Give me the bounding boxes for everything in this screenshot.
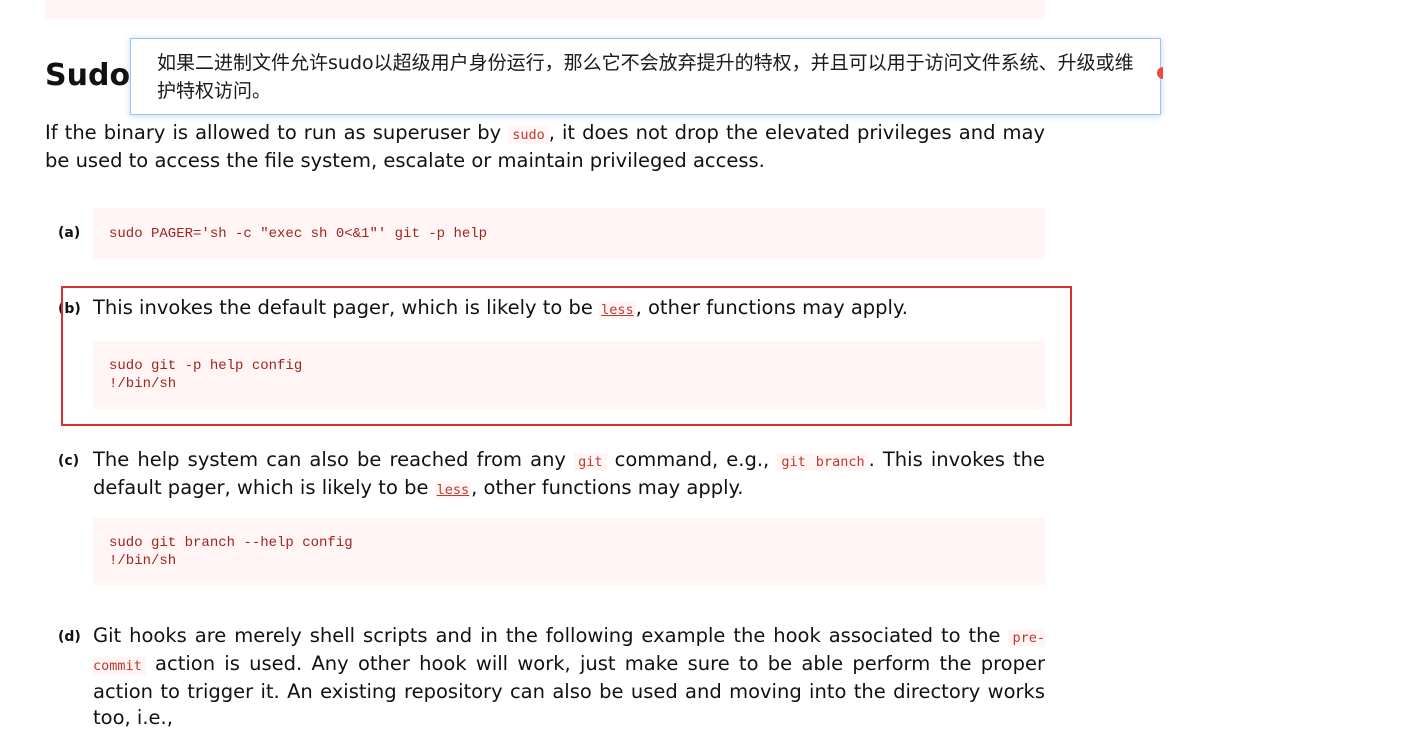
highlight-box [61,286,1072,426]
inline-code-git-branch: git branch [777,453,869,471]
item-label-c: (c) [58,453,80,469]
inline-code-git: git [574,453,607,471]
section-intro: If the binary is allowed to run as super… [45,121,1045,172]
item-label-d: (d) [58,629,81,645]
code-block-a: sudo PAGER='sh -c "exec sh 0<&1"' git -p… [93,208,1045,259]
item-text-d: Git hooks are merely shell scripts and i… [93,624,1045,729]
previous-code-block [45,0,1045,19]
code-line: sudo git branch --help config [109,534,353,551]
tooltip-text: 如果二进制文件允许sudo以超级用户身份运行，那么它不会放弃提升的特权，并且可以… [157,52,1134,102]
code-line: sudo PAGER='sh -c "exec sh 0<&1"' git -p… [109,225,488,242]
inline-code-sudo: sudo [508,126,549,144]
code-block-c: sudo git branch --help config !/bin/sh [93,518,1045,585]
less-link[interactable]: less [434,481,472,499]
item-label-a: (a) [58,225,81,241]
translation-tooltip: 如果二进制文件允许sudo以超级用户身份运行，那么它不会放弃提升的特权，并且可以… [130,38,1163,115]
section-heading: Sudo [45,58,131,93]
item-text-c: The help system can also be reached from… [93,448,1045,499]
tooltip-indicator-icon [1157,67,1163,79]
code-line: !/bin/sh [109,552,177,569]
